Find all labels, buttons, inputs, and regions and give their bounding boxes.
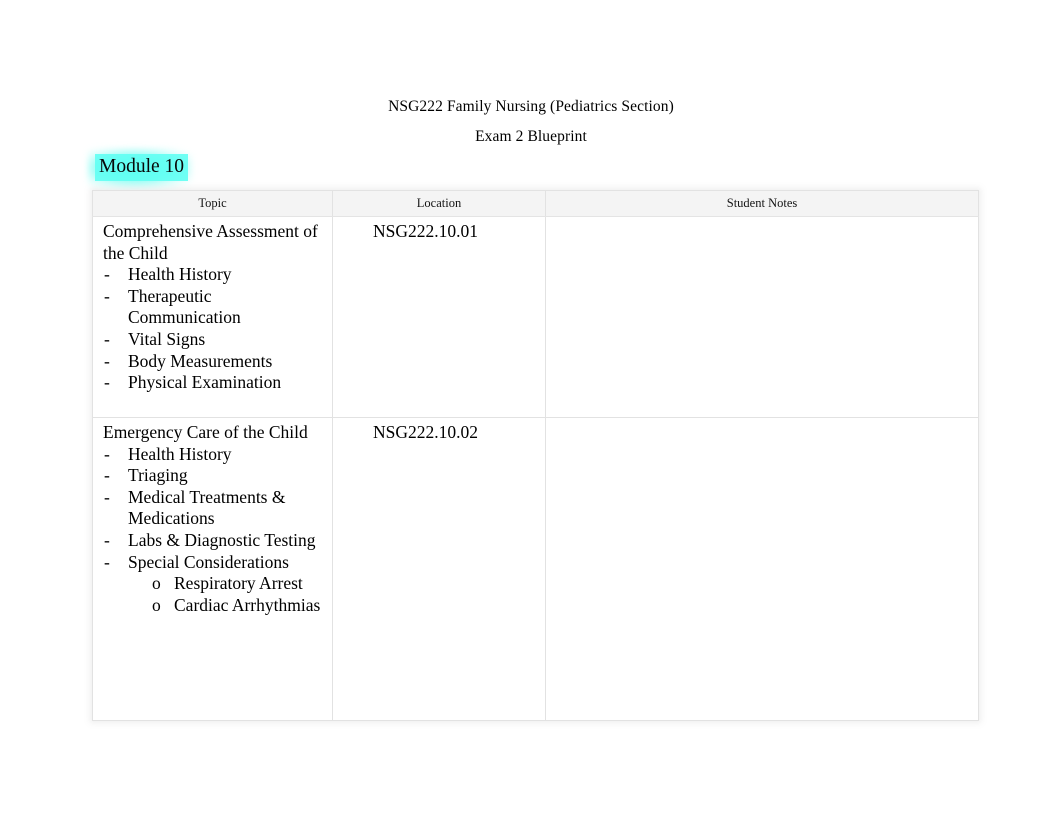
- bullet-item: - Special Considerations o Respiratory Arre…: [103, 552, 326, 617]
- table-cell-location: NSG222.10.02: [332, 417, 546, 721]
- dash-bullet-marker: -: [104, 465, 110, 486]
- document-title-line-1: NSG222 Family Nursing (Pediatrics Sectio…: [388, 98, 674, 115]
- table-cell-topic: Comprehensive Assessment of the Child - He…: [92, 216, 333, 418]
- bullet-text: Special Considerations: [128, 551, 289, 572]
- bullet-text: Body Measurements: [128, 350, 273, 371]
- bullet-item: - Health History: [103, 444, 326, 466]
- sub-bullet-item: o Respiratory Arrest: [152, 573, 326, 595]
- dash-bullet-marker: -: [104, 285, 110, 306]
- bullet-item: - Medical Treatments & Medications: [103, 487, 326, 530]
- table-body: Comprehensive Assessment of the Child - He…: [92, 216, 979, 721]
- dash-bullet-marker: -: [104, 328, 110, 349]
- module-heading: Module 10: [88, 152, 195, 184]
- topic-heading: Emergency Care of the Child: [103, 422, 308, 442]
- sub-bullet-text: Respiratory Arrest: [174, 573, 303, 594]
- circle-bullet-marker: o: [152, 573, 161, 594]
- bullet-item: - Therapeutic Communication: [103, 286, 326, 329]
- dash-bullet-marker: -: [104, 264, 110, 285]
- topic-bullet-list: - Health History - Triaging - Medical Treatme…: [103, 444, 326, 617]
- column-header-topic: Topic: [92, 190, 333, 217]
- table-cell-topic: Emergency Care of the Child - Health Histo…: [92, 417, 333, 721]
- bullet-text: Triaging: [128, 465, 188, 486]
- circle-bullet-marker: o: [152, 594, 161, 615]
- dash-bullet-marker: -: [104, 529, 110, 550]
- topic-bullet-list: - Health History - Therapeutic Communicatio…: [103, 264, 326, 394]
- table-header-row: Topic Location Student Notes: [92, 190, 979, 217]
- dash-bullet-marker: -: [104, 551, 110, 572]
- document-page: NSG222 Family Nursing (Pediatrics Sectio…: [0, 0, 1062, 822]
- sub-bullet-text: Cardiac Arrhythmias: [174, 594, 321, 615]
- bullet-item: - Triaging: [103, 465, 326, 487]
- bullet-item: - Body Measurements: [103, 351, 326, 373]
- dash-bullet-marker: -: [104, 443, 110, 464]
- student-notes-text[interactable]: [546, 418, 978, 430]
- bullet-text: Labs & Diagnostic Testing: [128, 529, 316, 550]
- topic-content: Emergency Care of the Child - Health Histo…: [93, 418, 332, 624]
- bullet-text: Physical Examination: [128, 372, 282, 393]
- location-code: NSG222.10.01: [373, 221, 479, 241]
- bullet-item: - Vital Signs: [103, 329, 326, 351]
- dash-bullet-marker: -: [104, 486, 110, 507]
- bullet-text: Medical Treatments & Medications: [128, 486, 286, 529]
- bullet-text: Health History: [128, 443, 232, 464]
- location-code: NSG222.10.02: [373, 422, 479, 442]
- bullet-text: Vital Signs: [128, 328, 206, 349]
- table-row: Emergency Care of the Child - Health Histo…: [92, 417, 979, 721]
- dash-bullet-marker: -: [104, 372, 110, 393]
- bullet-text: Therapeutic Communication: [128, 285, 241, 328]
- document-subtitle-line-2: Exam 2 Blueprint: [475, 128, 587, 145]
- bullet-text: Health History: [128, 264, 232, 285]
- column-header-location: Location: [332, 190, 546, 217]
- sub-bullet-item: o Cardiac Arrhythmias: [152, 595, 326, 617]
- table-header: Topic Location Student Notes: [92, 190, 979, 217]
- exam-blueprint-table: Topic Location Student Notes Comprehensi…: [92, 190, 979, 721]
- bullet-item: - Health History: [103, 264, 326, 286]
- column-header-student-notes: Student Notes: [545, 190, 979, 217]
- student-notes-text[interactable]: [546, 217, 978, 229]
- topic-content: Comprehensive Assessment of the Child - He…: [93, 217, 332, 402]
- dash-bullet-marker: -: [104, 350, 110, 371]
- sub-bullet-list: o Respiratory Arrest o Cardiac Arrhythmias: [128, 573, 326, 616]
- table-cell-student-notes[interactable]: [545, 216, 979, 418]
- bullet-item: - Physical Examination: [103, 372, 326, 394]
- topic-heading: Comprehensive Assessment of the Child: [103, 221, 318, 263]
- table-cell-location: NSG222.10.01: [332, 216, 546, 418]
- table-cell-student-notes[interactable]: [545, 417, 979, 721]
- table-row: Comprehensive Assessment of the Child - He…: [92, 216, 979, 418]
- bullet-item: - Labs & Diagnostic Testing: [103, 530, 326, 552]
- module-label: Module 10: [95, 154, 189, 181]
